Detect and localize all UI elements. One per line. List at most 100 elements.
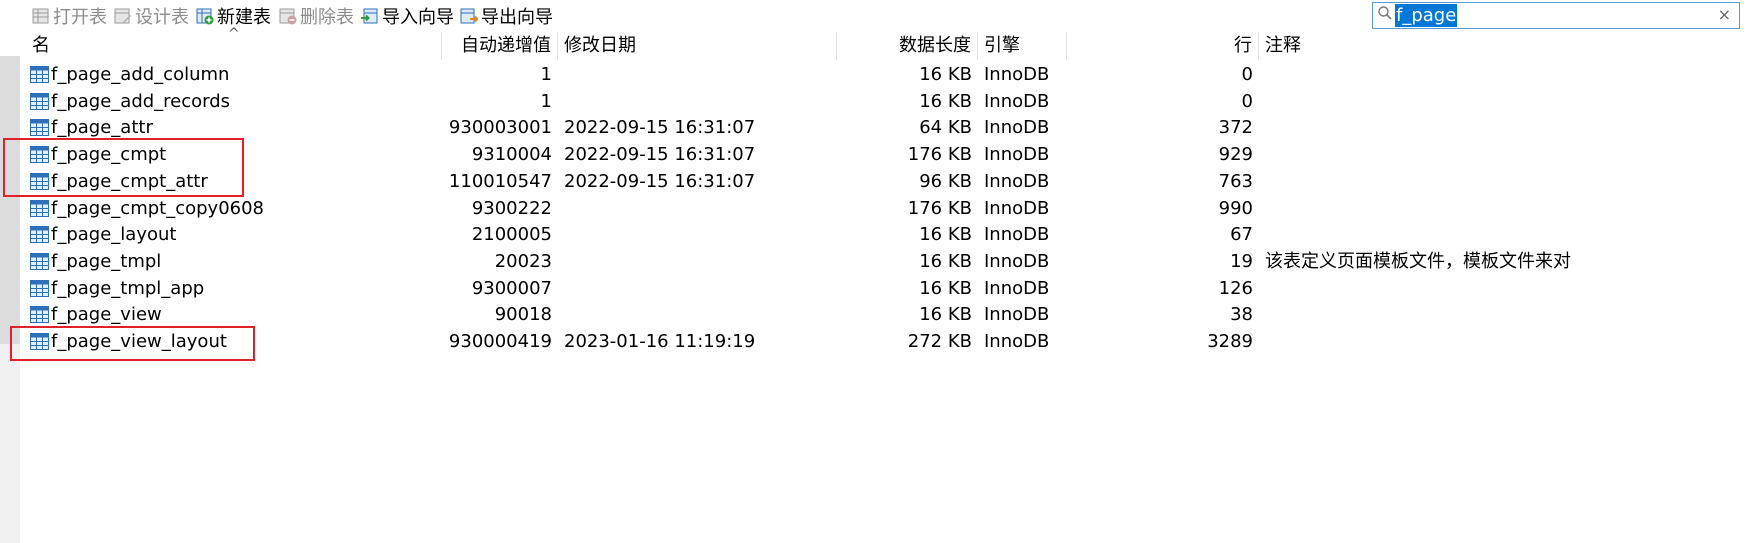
auto-increment-value-cell: 1 bbox=[442, 88, 558, 115]
delete-table-button[interactable]: 删除表 bbox=[279, 3, 354, 29]
row-count-text: 929 bbox=[1218, 144, 1253, 166]
auto-increment-value-cell: 9310004 bbox=[442, 141, 558, 168]
column-header-data-length[interactable]: 数据长度 bbox=[837, 32, 978, 60]
engine-cell: InnoDB bbox=[978, 328, 1067, 355]
table-row[interactable]: f_page_attr 930003001 2022-09-15 16:31:07 6… bbox=[26, 114, 1762, 141]
table-row[interactable]: f_page_view 90018 16 KB InnoDB 38 bbox=[26, 301, 1762, 328]
comment-cell bbox=[1259, 88, 1762, 115]
modified-date-cell bbox=[558, 88, 837, 115]
sort-ascending-icon: ^ bbox=[228, 26, 240, 42]
table-icon bbox=[30, 172, 49, 190]
engine-cell: InnoDB bbox=[978, 301, 1067, 328]
modified-date-text: 2023-01-16 11:19:19 bbox=[564, 331, 756, 352]
table-name-text: f_page_tmpl bbox=[51, 250, 162, 272]
row-count-text: 0 bbox=[1241, 64, 1253, 85]
data-length-text: 96 KB bbox=[919, 170, 972, 192]
open-table-button[interactable]: 打开表 bbox=[32, 3, 107, 29]
column-header-rows[interactable]: 行 bbox=[1067, 32, 1259, 60]
data-length-text: 64 KB bbox=[919, 117, 972, 139]
modified-date-cell: 2023-01-16 11:19:19 bbox=[558, 328, 837, 355]
auto-increment-value-cell: 9300222 bbox=[442, 195, 558, 222]
modified-date-cell bbox=[558, 275, 837, 302]
auto-increment-value-text: 1 bbox=[540, 90, 552, 112]
comment-cell bbox=[1259, 61, 1762, 88]
data-length-cell: 16 KB bbox=[837, 301, 978, 328]
table-row[interactable]: f_page_cmpt_attr 110010547 2022-09-15 16:3… bbox=[26, 168, 1762, 195]
table-row[interactable]: f_page_cmpt_copy0608 9300222 176 KB InnoDB 9… bbox=[26, 195, 1762, 222]
column-header-auto-increment[interactable]: 自动递增值 bbox=[442, 32, 558, 60]
auto-increment-value-cell: 90018 bbox=[442, 301, 558, 328]
search-box[interactable]: f_page × bbox=[1372, 2, 1740, 29]
row-count-cell: 3289 bbox=[1067, 328, 1259, 355]
auto-increment-value-text: 20023 bbox=[494, 250, 552, 272]
table-icon bbox=[30, 119, 49, 137]
table-row[interactable]: f_page_add_column 1 16 KB InnoDB 0 bbox=[26, 61, 1762, 88]
comment-cell bbox=[1259, 114, 1762, 141]
auto-increment-value-cell: 9300007 bbox=[442, 275, 558, 302]
auto-increment-value-text: 2100005 bbox=[471, 224, 552, 246]
auto-increment-value-text: 9300007 bbox=[471, 277, 552, 299]
table-row[interactable]: f_page_tmpl 20023 16 KB InnoDB 19 该表定义页面模板文件，… bbox=[26, 248, 1762, 275]
table-row[interactable]: f_page_cmpt 9310004 2022-09-15 16:31:07 176… bbox=[26, 141, 1762, 168]
table-name-cell: f_page_add_records bbox=[26, 88, 442, 115]
design-table-button[interactable]: 设计表 bbox=[114, 3, 189, 29]
column-header-modified-date[interactable]: 修改日期 bbox=[558, 32, 837, 60]
left-panel-background bbox=[0, 344, 20, 543]
table-name-text: f_page_attr bbox=[51, 117, 153, 139]
table-icon bbox=[30, 66, 49, 83]
data-length-cell: 16 KB bbox=[837, 88, 978, 115]
engine-cell: InnoDB bbox=[978, 61, 1067, 88]
data-length-text: 16 KB bbox=[919, 90, 972, 112]
table-row[interactable]: f_page_layout 2100005 16 KB InnoDB 67 bbox=[26, 221, 1762, 248]
table-icon bbox=[30, 333, 49, 350]
data-length-cell: 272 KB bbox=[837, 328, 978, 355]
data-length-cell: 176 KB bbox=[837, 141, 978, 168]
column-header-comment-label: 注释 bbox=[1265, 35, 1301, 56]
row-count-text: 3289 bbox=[1207, 331, 1253, 352]
engine-text: InnoDB bbox=[984, 197, 1050, 219]
table-row[interactable]: f_page_tmpl_app 9300007 16 KB InnoDB 126 bbox=[26, 275, 1762, 302]
column-header-comment[interactable]: 注释 bbox=[1259, 32, 1762, 60]
modified-date-cell bbox=[558, 248, 837, 275]
table-name-text: f_page_view_layout bbox=[51, 331, 227, 352]
import-wizard-button[interactable]: 导入向导 bbox=[361, 3, 454, 29]
column-header-engine[interactable]: 引擎 bbox=[978, 32, 1067, 60]
row-count-cell: 372 bbox=[1067, 114, 1259, 141]
data-length-cell: 16 KB bbox=[837, 61, 978, 88]
data-length-cell: 16 KB bbox=[837, 221, 978, 248]
delete-table-label: 删除表 bbox=[300, 7, 354, 28]
data-length-cell: 16 KB bbox=[837, 248, 978, 275]
search-icon bbox=[1378, 6, 1392, 20]
auto-increment-value-cell: 1 bbox=[442, 61, 558, 88]
row-count-cell: 0 bbox=[1067, 61, 1259, 88]
row-count-cell: 67 bbox=[1067, 221, 1259, 248]
engine-cell: InnoDB bbox=[978, 168, 1067, 195]
data-length-text: 16 KB bbox=[919, 250, 972, 272]
left-panel-scrollbar[interactable] bbox=[0, 56, 20, 344]
table-name-cell: f_page_view_layout bbox=[26, 328, 442, 355]
search-input[interactable]: f_page bbox=[1395, 4, 1458, 27]
import-wizard-label: 导入向导 bbox=[382, 7, 454, 28]
table-row[interactable]: f_page_view_layout 930000419 2023-01-16 11… bbox=[26, 328, 1762, 355]
comment-cell: 该表定义页面模板文件，模板文件来对 bbox=[1259, 248, 1762, 275]
data-length-text: 176 KB bbox=[907, 197, 972, 219]
modified-date-cell bbox=[558, 301, 837, 328]
data-length-text: 16 KB bbox=[919, 277, 972, 299]
engine-text: InnoDB bbox=[984, 90, 1050, 112]
modified-date-text: 2022-09-15 16:31:07 bbox=[564, 170, 756, 192]
engine-text: InnoDB bbox=[984, 64, 1050, 85]
modified-date-cell: 2022-09-15 16:31:07 bbox=[558, 114, 837, 141]
modified-date-text: 2022-09-15 16:31:07 bbox=[564, 117, 756, 139]
table-icon bbox=[30, 279, 49, 297]
row-count-cell: 763 bbox=[1067, 168, 1259, 195]
engine-text: InnoDB bbox=[984, 304, 1050, 326]
export-wizard-button[interactable]: 导出向导 bbox=[460, 3, 553, 29]
data-length-text: 176 KB bbox=[907, 144, 972, 166]
engine-cell: InnoDB bbox=[978, 88, 1067, 115]
table-icon bbox=[30, 146, 49, 164]
modified-date-cell bbox=[558, 195, 837, 222]
clear-search-icon[interactable]: × bbox=[1718, 5, 1731, 24]
column-header-data-length-label: 数据长度 bbox=[899, 35, 971, 56]
table-row[interactable]: f_page_add_records 1 16 KB InnoDB 0 bbox=[26, 88, 1762, 115]
table-icon bbox=[30, 306, 49, 324]
